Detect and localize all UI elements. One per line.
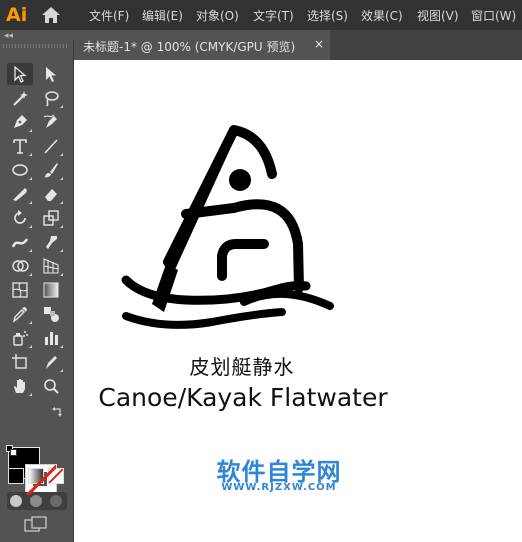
- column-graph-tool-icon[interactable]: [38, 327, 64, 349]
- mesh-tool-icon[interactable]: [7, 279, 33, 301]
- zoom-tool-icon[interactable]: [38, 375, 64, 397]
- blend-tool-icon[interactable]: [38, 303, 64, 325]
- canoe-pictogram[interactable]: [114, 116, 354, 346]
- tools-panel: [0, 40, 74, 542]
- app-logo: Ai: [6, 4, 28, 26]
- close-icon[interactable]: ×: [314, 37, 324, 51]
- menu-file[interactable]: 文件(F): [89, 7, 129, 24]
- paintbrush-tool-icon[interactable]: [38, 159, 64, 181]
- lasso-tool-icon[interactable]: [38, 87, 64, 109]
- menu-type[interactable]: 文字(T): [253, 7, 294, 24]
- caption-english: Canoe/Kayak Flatwater: [98, 383, 388, 412]
- menu-select[interactable]: 选择(S): [307, 7, 348, 24]
- eraser-tool-icon[interactable]: [38, 183, 64, 205]
- menu-view[interactable]: 视图(V): [417, 7, 459, 24]
- document-tab-label: 未标题-1* @ 100% (CMYK/GPU 预览): [83, 40, 296, 54]
- hand-tool-icon[interactable]: [7, 375, 33, 397]
- line-segment-tool-icon[interactable]: [38, 135, 64, 157]
- screen-mode-icon[interactable]: [24, 516, 48, 536]
- draw-behind-icon[interactable]: [30, 495, 42, 507]
- document-tab-bar: 未标题-1* @ 100% (CMYK/GPU 预览) ×: [74, 30, 522, 60]
- perspective-grid-tool-icon[interactable]: [38, 255, 64, 277]
- document-tab[interactable]: 未标题-1* @ 100% (CMYK/GPU 预览) ×: [74, 30, 330, 60]
- eyedropper-tool-icon[interactable]: [7, 303, 33, 325]
- menu-effect[interactable]: 效果(C): [361, 7, 403, 24]
- home-icon[interactable]: [41, 6, 61, 24]
- magic-wand-tool-icon[interactable]: [7, 87, 33, 109]
- artboard-canvas[interactable]: 皮划艇静水 Canoe/Kayak Flatwater 软件自学网 WWW.RJ…: [74, 60, 522, 542]
- rotate-tool-icon[interactable]: [7, 207, 33, 229]
- pen-tool-icon[interactable]: [7, 111, 33, 133]
- shape-builder-tool-icon[interactable]: [7, 255, 33, 277]
- swap-colors-icon[interactable]: [50, 405, 64, 424]
- puppet-warp-tool-icon[interactable]: [38, 231, 64, 253]
- curvature-tool-icon[interactable]: [38, 111, 64, 133]
- draw-inside-icon[interactable]: [50, 495, 62, 507]
- menu-edit[interactable]: 编辑(E): [142, 7, 183, 24]
- menu-object[interactable]: 对象(O): [196, 7, 239, 24]
- artboard-tool-icon[interactable]: [7, 351, 33, 373]
- scale-tool-icon[interactable]: [38, 207, 64, 229]
- menu-window[interactable]: 窗口(W): [471, 7, 516, 24]
- draw-normal-icon[interactable]: [10, 495, 22, 507]
- caption-chinese: 皮划艇静水: [189, 355, 295, 379]
- selection-tool-icon[interactable]: [7, 63, 33, 85]
- menu-bar: Ai 文件(F) 编辑(E) 对象(O) 文字(T) 选择(S) 效果(C) 视…: [0, 0, 522, 30]
- width-tool-icon[interactable]: [7, 231, 33, 253]
- default-colors-icon[interactable]: [6, 442, 18, 461]
- gradient-tool-icon[interactable]: [38, 279, 64, 301]
- shaper-tool-icon[interactable]: [7, 183, 33, 205]
- draw-mode-group: [7, 492, 67, 510]
- ellipse-tool-icon[interactable]: [7, 159, 33, 181]
- slice-tool-icon[interactable]: [38, 351, 64, 373]
- watermark-url: WWW.RJZXW.COM: [221, 482, 337, 493]
- color-mode-button[interactable]: [8, 468, 24, 484]
- direct-selection-tool-icon[interactable]: [38, 63, 64, 85]
- type-tool-icon[interactable]: [7, 135, 33, 157]
- symbol-sprayer-tool-icon[interactable]: [7, 327, 33, 349]
- toolbar-grip[interactable]: [3, 44, 67, 48]
